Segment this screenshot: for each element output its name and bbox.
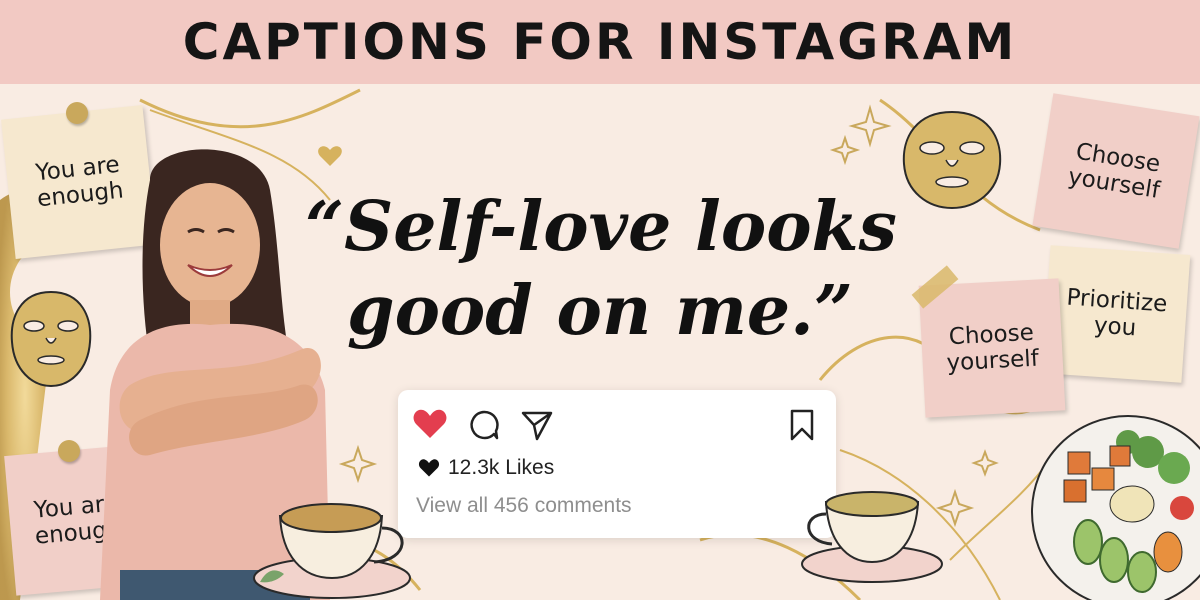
view-comments-link[interactable]: View all 456 comments bbox=[416, 494, 632, 518]
title-banner: CAPTIONS FOR INSTAGRAM bbox=[0, 0, 1200, 84]
face-mask-icon bbox=[902, 110, 1002, 210]
heart-small-icon bbox=[418, 459, 440, 477]
page-title: CAPTIONS FOR INSTAGRAM bbox=[182, 13, 1018, 71]
sticky-note-prioritize-you: Prioritize you bbox=[1041, 245, 1191, 383]
sticky-note-choose-yourself-middle: Choose yourself bbox=[918, 278, 1066, 418]
likes-label: 12.3k Likes bbox=[448, 456, 555, 479]
self-love-quote: “Self-love looks good on me.” bbox=[305, 185, 897, 353]
quote-line-1: “Self-love looks bbox=[305, 187, 897, 267]
face-mask-icon bbox=[10, 290, 92, 388]
bookmark-icon[interactable] bbox=[788, 408, 816, 442]
send-icon[interactable] bbox=[520, 409, 554, 441]
teacup-left-illustration bbox=[253, 503, 411, 599]
comment-icon[interactable] bbox=[468, 409, 500, 441]
teacup-right-illustration bbox=[801, 491, 943, 583]
note-text-line2: yourself bbox=[945, 345, 1040, 377]
instagram-caption-graphic: CAPTIONS FOR INSTAGRAM You are enough Yo… bbox=[0, 0, 1200, 600]
quote-line-2: good on me.” bbox=[347, 271, 853, 351]
sticky-note-choose-yourself-top: Choose yourself bbox=[1032, 93, 1200, 249]
salad-bowl-illustration bbox=[1031, 415, 1200, 600]
pushpin-icon bbox=[58, 440, 80, 462]
likes-count[interactable]: 12.3k Likes bbox=[418, 456, 554, 480]
pushpin-icon bbox=[66, 102, 88, 124]
instagram-post-card: 12.3k Likes View all 456 comments bbox=[398, 390, 836, 538]
heart-icon[interactable] bbox=[412, 408, 448, 440]
